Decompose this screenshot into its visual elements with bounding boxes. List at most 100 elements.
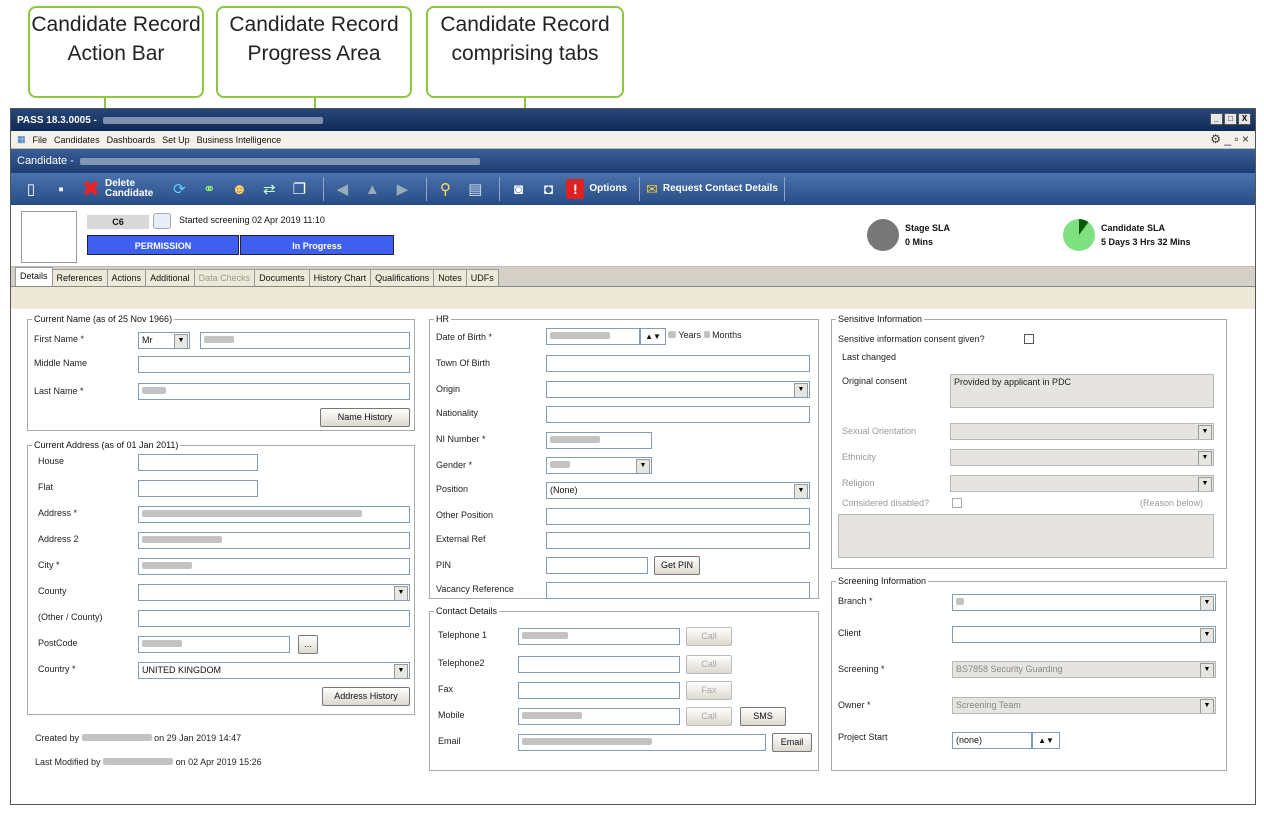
camera-icon[interactable]: ◙ — [506, 177, 530, 201]
telephone1-input[interactable] — [518, 628, 680, 645]
town-input[interactable] — [546, 355, 810, 372]
candidate-sla-label: Candidate SLA — [1101, 223, 1166, 233]
middle-name-input[interactable] — [138, 356, 410, 373]
disability-reason-textarea[interactable] — [838, 514, 1214, 558]
menu-dashboards[interactable]: Dashboards — [107, 135, 156, 145]
tab-udfs[interactable]: UDFs — [465, 269, 499, 286]
tab-additional[interactable]: Additional — [145, 269, 195, 286]
owner-select[interactable]: Screening Team — [952, 697, 1216, 714]
disabled-checkbox[interactable] — [952, 498, 962, 508]
email-input[interactable] — [518, 734, 766, 751]
request-contact-button[interactable]: ✉ Request Contact Details — [646, 181, 778, 198]
address-input[interactable] — [138, 506, 410, 523]
ethnicity-select[interactable] — [950, 449, 1214, 466]
request-label: Request Contact Details — [662, 183, 778, 194]
sexual-orientation-select[interactable] — [950, 423, 1214, 440]
flat-input[interactable] — [138, 480, 258, 497]
fax-input[interactable] — [518, 682, 680, 699]
postcode-lookup-button[interactable]: ... — [298, 635, 318, 654]
menu-setup[interactable]: Set Up — [162, 135, 190, 145]
dob-spinner[interactable]: ▲▼ — [640, 328, 666, 345]
dob-input[interactable] — [546, 328, 640, 345]
position-select[interactable]: (None) — [546, 482, 810, 499]
pin-input[interactable] — [546, 557, 648, 574]
status-icon — [153, 213, 171, 229]
call-button[interactable]: Call — [686, 627, 732, 646]
tab-references[interactable]: References — [51, 269, 108, 286]
telephone2-input[interactable] — [518, 656, 680, 673]
back-icon[interactable]: ◀ — [330, 177, 354, 201]
branch-select[interactable] — [952, 594, 1216, 611]
address-history-button[interactable]: Address History — [322, 687, 410, 706]
menu-bi[interactable]: Business Intelligence — [197, 135, 282, 145]
country-select[interactable]: UNITED KINGDOM — [138, 662, 410, 679]
tab-documents[interactable]: Documents — [254, 269, 310, 286]
tab-actions[interactable]: Actions — [106, 269, 147, 286]
pin-label: PIN — [436, 560, 452, 570]
postcode-input[interactable] — [138, 636, 290, 653]
address2-input[interactable] — [138, 532, 410, 549]
origin-select[interactable] — [546, 381, 810, 398]
stage-permission[interactable]: PERMISSION — [87, 235, 239, 255]
chat-icon[interactable]: ▤ — [463, 177, 487, 201]
forward-icon[interactable]: ▶ — [390, 177, 414, 201]
ni-input[interactable] — [546, 432, 652, 449]
tab-qualifications[interactable]: Qualifications — [370, 269, 435, 286]
menu-file[interactable]: File — [33, 135, 48, 145]
other-county-input[interactable] — [138, 610, 410, 627]
camera2-icon[interactable]: ◘ — [536, 177, 560, 201]
call-button[interactable]: Call — [686, 655, 732, 674]
fax-button[interactable]: Fax — [686, 681, 732, 700]
mdi-controls[interactable]: ⚙ _ ▫ × — [1210, 132, 1249, 146]
client-select[interactable] — [952, 626, 1216, 643]
vacancy-input[interactable] — [546, 582, 810, 599]
menu-candidates[interactable]: Candidates — [54, 135, 100, 145]
minimize-button[interactable]: _ — [1210, 113, 1223, 125]
external-ref-input[interactable] — [546, 532, 810, 549]
transfer-icon[interactable]: ⇄ — [257, 177, 281, 201]
copy-icon[interactable]: ❐ — [287, 177, 311, 201]
project-start-input[interactable]: (none) — [952, 732, 1032, 749]
project-start-spinner[interactable]: ▲▼ — [1032, 732, 1060, 749]
original-consent-textarea[interactable]: Provided by applicant in PDC — [950, 374, 1214, 408]
gender-select[interactable] — [546, 457, 652, 474]
tab-notes[interactable]: Notes — [433, 269, 467, 286]
new-icon[interactable]: ▯ — [19, 177, 43, 201]
delete-candidate-button[interactable]: Delete Candidate — [105, 179, 153, 199]
tab-data-checks[interactable]: Data Checks — [193, 269, 256, 286]
mobile-input[interactable] — [518, 708, 680, 725]
stage-in-progress[interactable]: In Progress — [240, 235, 394, 255]
maximize-button[interactable]: □ — [1224, 113, 1237, 125]
title-select[interactable]: Mr — [138, 332, 190, 349]
email-button[interactable]: Email — [772, 733, 812, 752]
save-icon[interactable]: ▪ — [49, 177, 73, 201]
last-name-input[interactable] — [138, 383, 410, 400]
disabled-label: Considered disabled? — [842, 498, 930, 508]
sms-button[interactable]: SMS — [740, 707, 786, 726]
external-ref-label: External Ref — [436, 534, 486, 544]
up-icon[interactable]: ▲ — [360, 177, 384, 201]
call-button[interactable]: Call — [686, 707, 732, 726]
delete-icon[interactable]: ✖ — [79, 176, 103, 201]
link-icon[interactable]: ⚭ — [197, 177, 221, 201]
consent-checkbox[interactable] — [1024, 334, 1034, 344]
name-history-button[interactable]: Name History — [320, 408, 410, 427]
house-input[interactable] — [138, 454, 258, 471]
city-input[interactable] — [138, 558, 410, 575]
tab-details[interactable]: Details — [15, 267, 53, 286]
county-select[interactable] — [138, 584, 410, 601]
users-icon[interactable]: ☻ — [227, 177, 251, 201]
get-pin-button[interactable]: Get PIN — [654, 556, 700, 575]
close-button[interactable]: X — [1238, 113, 1251, 125]
middle-name-label: Middle Name — [34, 358, 88, 368]
other-position-input[interactable] — [546, 508, 810, 525]
options-button[interactable]: ! Options — [566, 179, 627, 199]
original-consent-label: Original consent — [842, 376, 908, 386]
screening-select[interactable]: BS7858 Security Guarding — [952, 661, 1216, 678]
search-icon[interactable]: ⚲ — [433, 177, 457, 201]
refresh-icon[interactable]: ⟳ — [167, 177, 191, 201]
nationality-input[interactable] — [546, 406, 810, 423]
religion-select[interactable] — [950, 475, 1214, 492]
first-name-input[interactable] — [200, 332, 410, 349]
tab-history-chart[interactable]: History Chart — [308, 269, 372, 286]
